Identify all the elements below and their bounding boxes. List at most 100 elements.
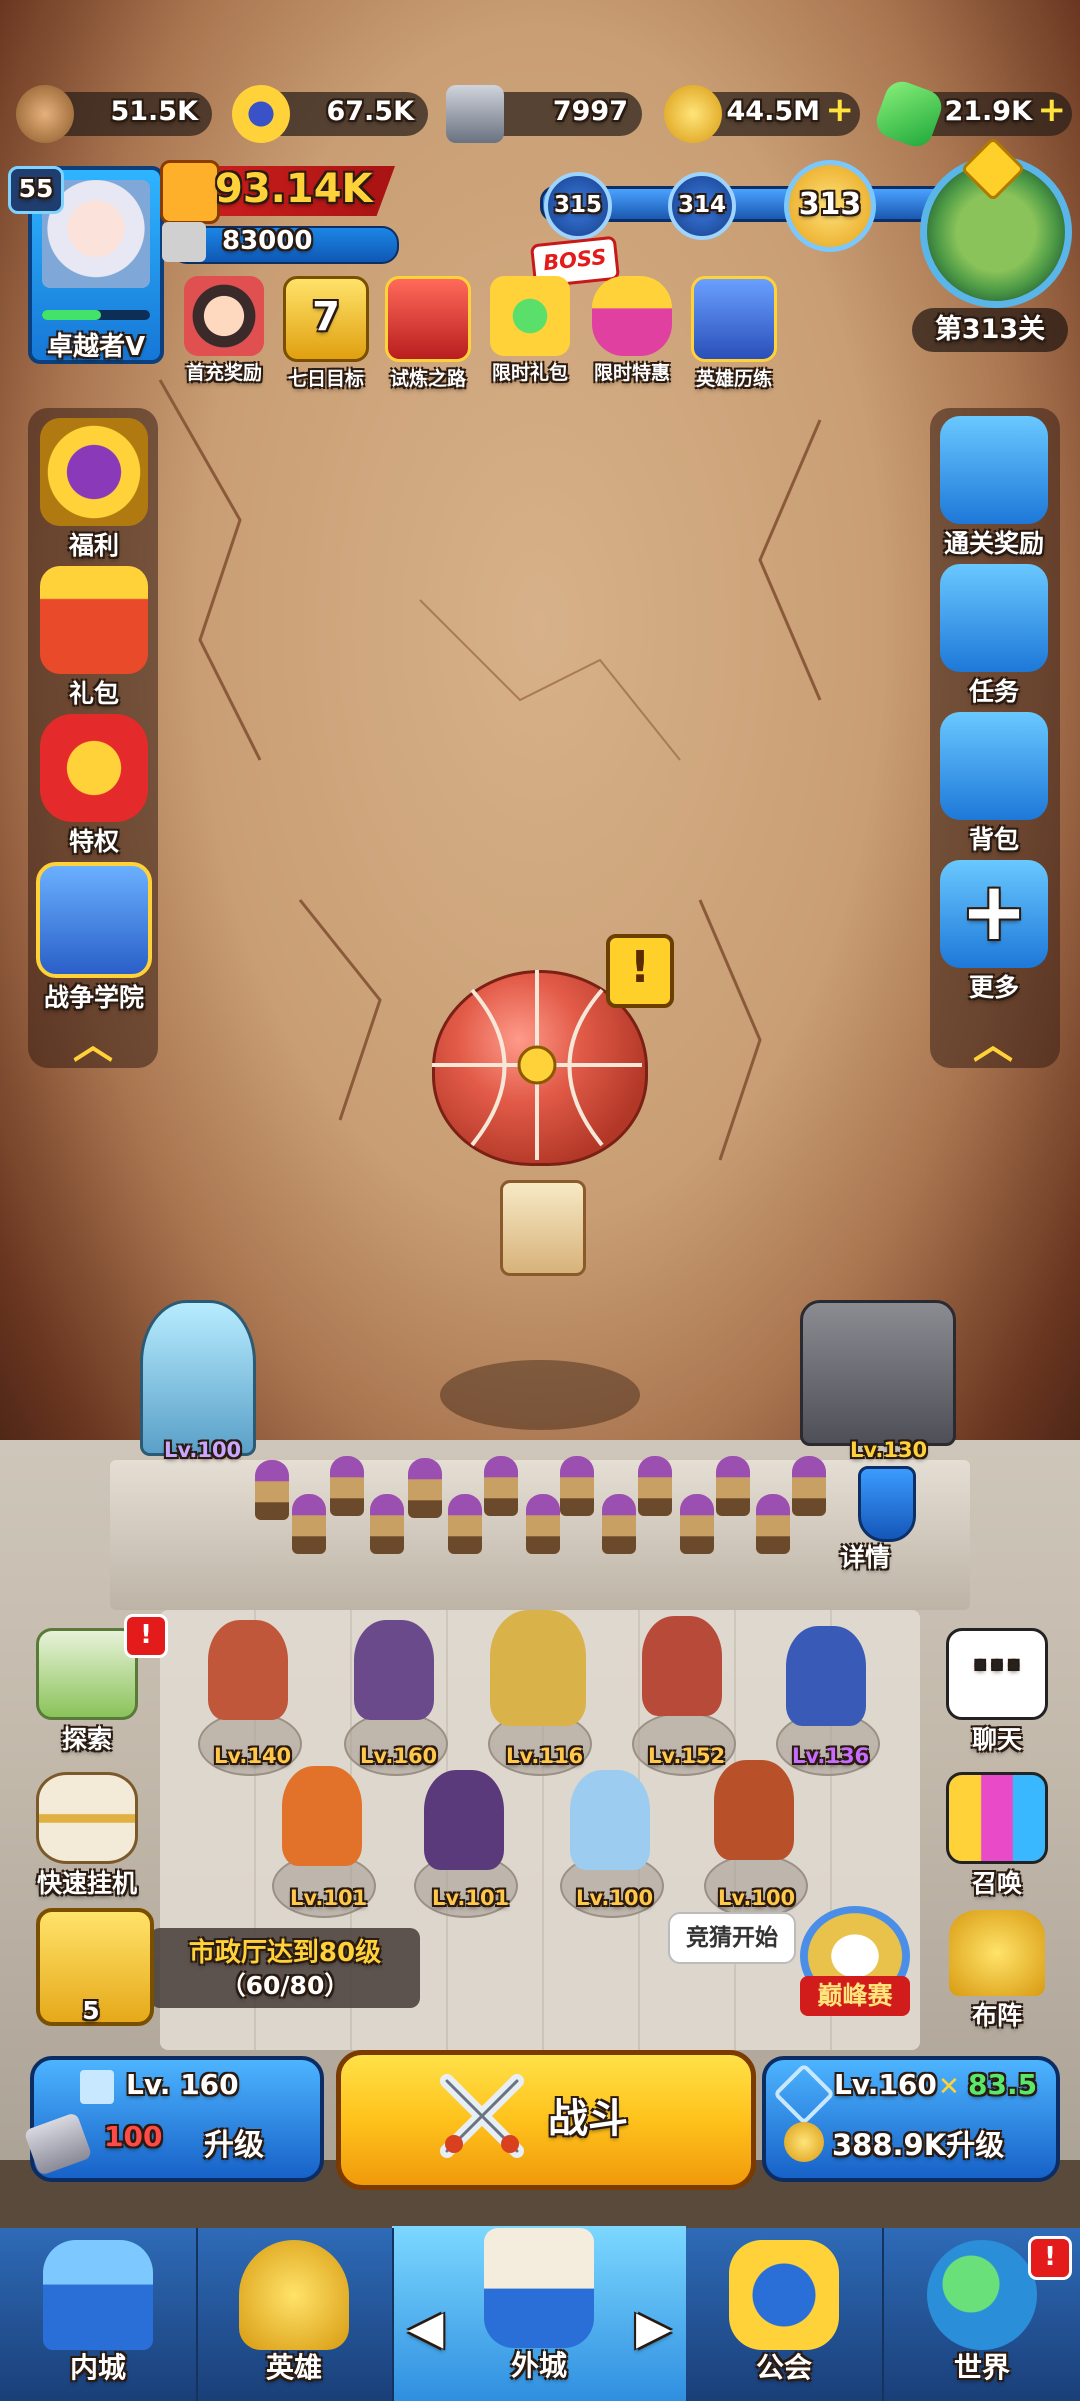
nav-prev-arrow-icon[interactable]: ◀ (408, 2300, 443, 2354)
hero-4[interactable] (642, 1616, 722, 1716)
event-trial-road[interactable]: 试炼之路 (380, 276, 476, 391)
menu-task[interactable]: 任务 (924, 564, 1064, 708)
right-tower-level: Lv.130 (850, 1438, 928, 1462)
resource-gem[interactable]: 21.9K + (871, 76, 1072, 152)
event-hero-training[interactable]: 英雄历练 (686, 276, 782, 391)
quick-idle-button[interactable]: 快速挂机 (32, 1772, 142, 1900)
castle-upgrade-label: 升级 (204, 2128, 264, 2163)
army-upgrade-button[interactable]: Lv.160 ✕ 83.5 388.9K升级 (762, 2056, 1060, 2182)
trial-road-icon (385, 276, 471, 362)
war-academy-icon (36, 862, 152, 978)
formation-label: 布阵 (971, 2001, 1022, 2030)
guild-handshake-icon (729, 2240, 839, 2350)
balloon-shadow (440, 1360, 640, 1430)
nav-guild[interactable]: 公会 (686, 2228, 884, 2401)
iron-value: 7997 (552, 96, 628, 127)
inner-city-castle-icon (43, 2240, 153, 2350)
quick-idle-label: 快速挂机 (36, 1869, 137, 1898)
detail-shield-icon[interactable] (858, 1466, 916, 1542)
crossed-swords-icon (440, 2074, 524, 2158)
castle-upgrade-button[interactable]: Lv. 160 100 升级 (23, 2056, 324, 2182)
quest-title: 市政厅达到80级 (188, 1938, 382, 1968)
resource-wood[interactable]: 51.5K (16, 85, 212, 143)
menu-label: 特权 (68, 827, 119, 856)
nav-hero[interactable]: 英雄 (196, 2228, 394, 2401)
event-label: 限时特惠 (593, 362, 670, 384)
menu-war-academy[interactable]: 战争学院 (24, 862, 164, 1014)
nav-inner-city[interactable]: 内城 (0, 2228, 198, 2401)
limited-offer-icon (592, 276, 672, 356)
menu-welfare[interactable]: 福利 (24, 418, 164, 562)
menu-gift[interactable]: 礼包 (24, 566, 164, 710)
more-plus-icon: + (940, 860, 1048, 968)
hero-2[interactable] (354, 1620, 434, 1720)
event-first-recharge[interactable]: 首充奖励 (176, 276, 272, 385)
menu-privilege[interactable]: 特权 (24, 714, 164, 858)
cp-value: 83000 (222, 226, 313, 256)
stage-node-315[interactable]: 315 (544, 172, 612, 240)
stage-node-current[interactable]: 313 (784, 160, 876, 252)
hero-9[interactable] (714, 1760, 794, 1860)
event-label: 首充奖励 (185, 362, 262, 384)
explore-label: 探索 (61, 1725, 112, 1754)
hero-5[interactable] (786, 1626, 866, 1726)
event-limited-gift[interactable]: 限时礼包 (482, 276, 578, 385)
event-label: 试炼之路 (389, 368, 466, 390)
menu-backpack[interactable]: 背包 (924, 712, 1064, 856)
event-label: 限时礼包 (491, 362, 568, 384)
quest-count: 5 (82, 1996, 100, 2025)
hero-8-level: Lv.100 (576, 1886, 654, 1910)
iron-ingot-icon (446, 85, 504, 143)
detail-label[interactable]: 详情 (840, 1538, 890, 1574)
menu-more[interactable]: + 更多 (924, 860, 1064, 1004)
menu-label: 福利 (68, 531, 119, 560)
guess-start-bubble[interactable]: 竞猜开始 (668, 1912, 796, 1964)
alert-exclamation-icon[interactable]: ! (606, 934, 674, 1008)
event-seven-day[interactable]: 7 七日目标 (278, 276, 374, 391)
menu-clear-reward[interactable]: 通关奖励 (924, 416, 1064, 560)
quest-progress: （60/80） (220, 1971, 350, 2000)
hero-9-level: Lv.100 (718, 1886, 796, 1910)
right-ballista-tower[interactable] (800, 1300, 956, 1446)
left-menu-collapse-icon[interactable]: ︿ (68, 1025, 118, 1065)
gold-plus-icon[interactable]: + (826, 90, 855, 130)
clear-reward-gift-icon (940, 416, 1048, 524)
stage-node-314[interactable]: 314 (668, 172, 736, 240)
gold-coin-icon (664, 85, 722, 143)
summon-button[interactable]: 召唤 (942, 1772, 1052, 1900)
right-menu-collapse-icon[interactable]: ︿ (968, 1025, 1018, 1065)
resource-iron[interactable]: 7997 (446, 85, 642, 143)
chat-button[interactable]: ··· 聊天 (942, 1628, 1052, 1756)
hero-6[interactable] (282, 1766, 362, 1866)
soldier (638, 1456, 672, 1516)
castle-level: Lv. 160 (126, 2068, 239, 2101)
menu-label: 背包 (968, 825, 1019, 854)
hero-1[interactable] (208, 1620, 288, 1720)
formation-button[interactable]: 布阵 (942, 1910, 1052, 2032)
balloon-basket (500, 1180, 586, 1276)
hero-7[interactable] (424, 1770, 504, 1870)
battle-button[interactable] (336, 2050, 756, 2190)
fist-power-icon (160, 160, 220, 224)
star-coin-value: 67.5K (326, 96, 414, 127)
hero-8[interactable] (570, 1770, 650, 1870)
resource-gold[interactable]: 44.5M + (664, 85, 860, 143)
battle-label: 战斗 (548, 2096, 628, 2142)
nav-label: 英雄 (265, 2351, 322, 2384)
soldier (448, 1494, 482, 1554)
nav-label: 公会 (755, 2351, 812, 2384)
peak-match-label[interactable]: 巅峰赛 (800, 1976, 910, 2016)
resource-star-coin[interactable]: 67.5K (232, 85, 428, 143)
hero-3[interactable] (490, 1610, 586, 1726)
gem-plus-icon[interactable]: + (1038, 90, 1067, 130)
army-upgrade-cost: 388.9K升级 (832, 2128, 1005, 2162)
wood-value: 51.5K (110, 96, 198, 127)
soldier (526, 1494, 560, 1554)
power-swords-icon: ✕ (938, 2072, 960, 2102)
nav-outer-city[interactable]: 外城 (441, 2228, 637, 2401)
left-defense-tower[interactable] (140, 1300, 256, 1456)
first-recharge-icon (184, 276, 264, 356)
nav-next-arrow-icon[interactable]: ▶ (636, 2300, 671, 2354)
event-limited-offer[interactable]: 限时特惠 (584, 276, 680, 385)
summon-cards-icon (946, 1772, 1048, 1864)
